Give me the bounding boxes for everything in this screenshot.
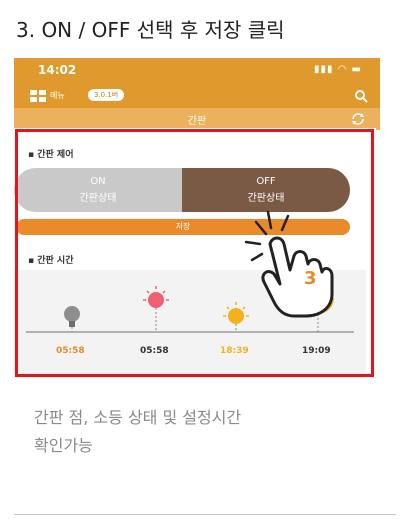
screen-header: 간판 <box>14 108 380 130</box>
tap-hand-icon <box>244 210 334 318</box>
caption-line: 확인가능 <box>34 436 93 455</box>
search-icon[interactable] <box>354 89 368 103</box>
menu-label[interactable]: 메뉴 <box>50 90 65 101</box>
step-number: 3 <box>304 268 317 289</box>
menu-icon[interactable] <box>30 90 46 102</box>
status-icons: ▮▮▮ ◠ ▬ <box>313 64 362 75</box>
caption-line: 간판 점, 소등 상태 및 설정시간 <box>34 408 242 427</box>
divider <box>14 514 396 515</box>
status-bar: 14:02 ▮▮▮ ◠ ▬ <box>14 58 380 84</box>
screen-title: 간판 <box>187 116 207 127</box>
app-bar: 메뉴 3.0.1버 <box>14 84 380 108</box>
version-badge: 3.0.1버 <box>88 89 125 101</box>
refresh-icon[interactable] <box>350 111 366 127</box>
caption: 간판 점, 소등 상태 및 설정시간 확인가능 <box>34 404 241 460</box>
step-title: 3. ON / OFF 선택 후 저장 클릭 <box>16 18 285 42</box>
status-time: 14:02 <box>38 63 77 77</box>
